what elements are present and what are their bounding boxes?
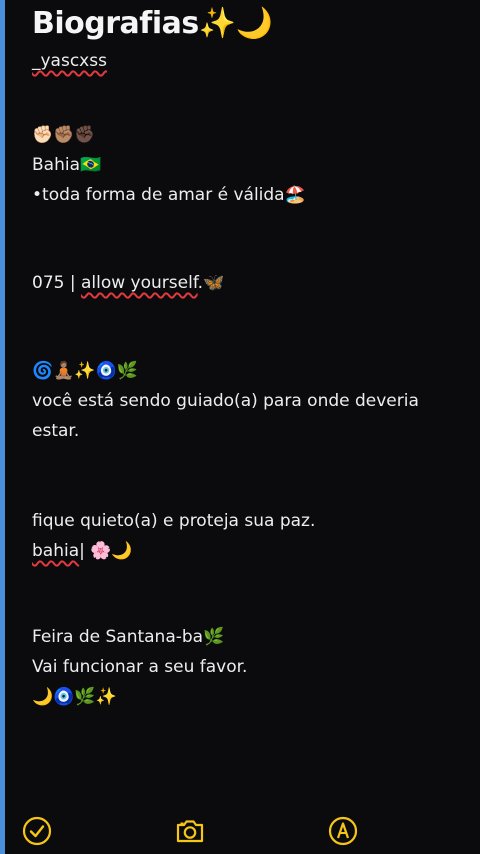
- note-line-guiado[interactable]: você está sendo guiado(a) para onde deve…: [32, 386, 466, 446]
- note-body[interactable]: Biografias✨🌙 _yascxss ✊🏻✊🏽✊🏿 Bahia🇧🇷 •to…: [32, 6, 466, 712]
- note-handle[interactable]: _yascxss: [32, 46, 466, 76]
- camera-icon: [176, 820, 204, 843]
- note-line-quieto[interactable]: fique quieto(a) e proteja sua paz.: [32, 506, 466, 536]
- checklist-button[interactable]: [20, 814, 54, 848]
- note-line-amar[interactable]: •toda forma de amar é válida🏖️: [32, 180, 466, 210]
- note-line-final-emojis[interactable]: 🌙🧿🌿✨: [32, 682, 466, 712]
- checkmark-circle-icon: [22, 816, 52, 846]
- bottom-toolbar: [0, 806, 480, 854]
- note-line-funcionar[interactable]: Vai funcionar a seu favor.: [32, 652, 466, 682]
- note-line-bahia-flower[interactable]: bahia| 🌸🌙: [32, 536, 466, 566]
- note-line-bahia[interactable]: Bahia🇧🇷: [32, 150, 466, 180]
- note-line-fists[interactable]: ✊🏻✊🏽✊🏿: [32, 120, 466, 150]
- note-line-allow[interactable]: 075 | allow yourself.🦋: [32, 268, 466, 298]
- markup-pen-icon: [328, 816, 358, 846]
- note-title[interactable]: Biografias✨🌙: [32, 6, 466, 42]
- note-line-emojis[interactable]: 🌀🧘🏽✨🧿🌿: [32, 356, 466, 386]
- markup-button[interactable]: [326, 814, 360, 848]
- window-edge: [0, 0, 5, 854]
- camera-button[interactable]: [173, 814, 207, 848]
- note-line-feira[interactable]: Feira de Santana-ba🌿: [32, 622, 466, 652]
